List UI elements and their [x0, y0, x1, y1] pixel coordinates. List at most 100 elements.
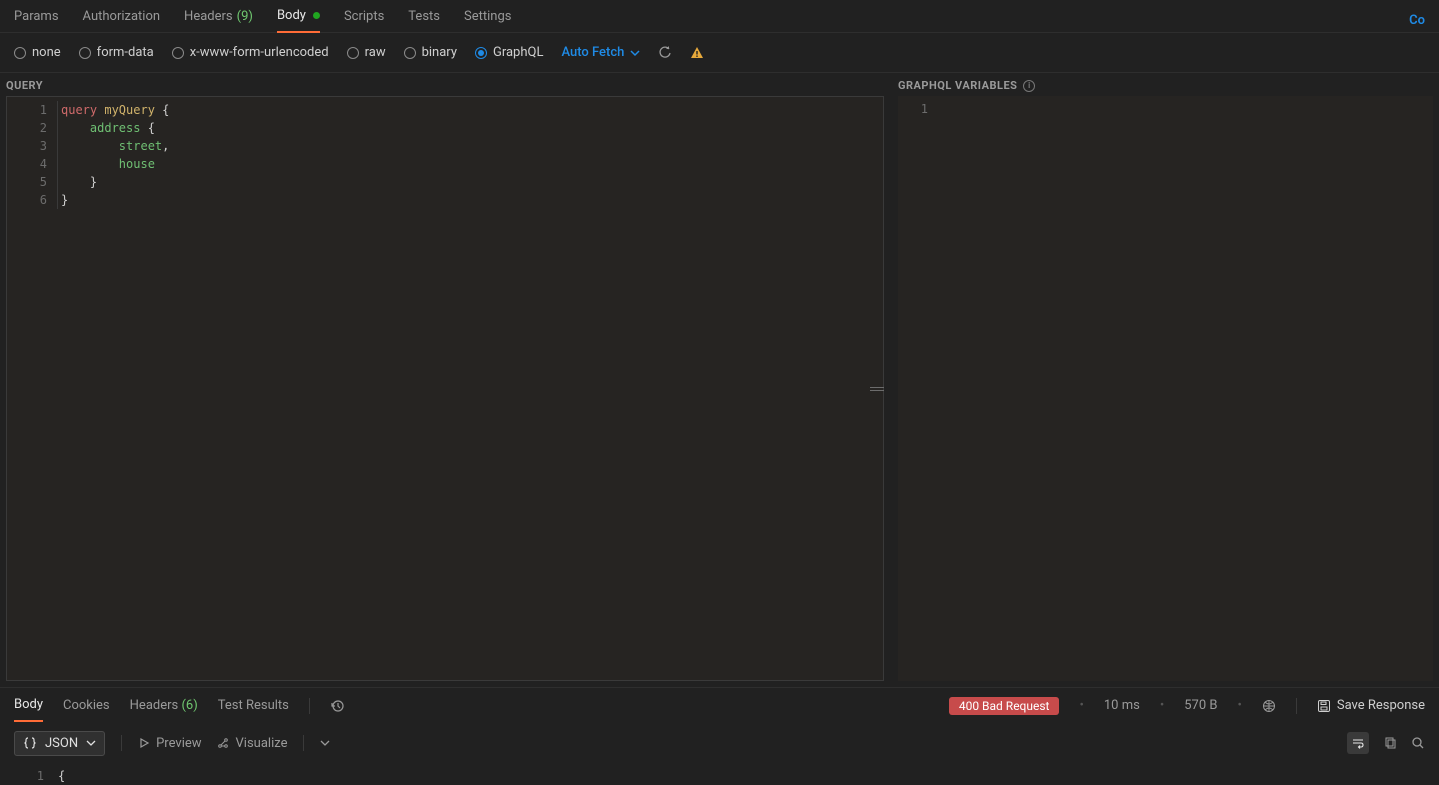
save-response-label: Save Response	[1337, 698, 1425, 713]
response-code[interactable]: {	[54, 763, 1439, 785]
variables-code[interactable]	[938, 96, 1433, 681]
line-number: 1	[898, 100, 928, 118]
visualize-button[interactable]: Visualize	[216, 736, 288, 751]
variables-gutter: 1	[898, 96, 938, 681]
token: {	[162, 103, 169, 117]
variables-header-label: GRAPHQL VARIABLES	[898, 79, 1017, 92]
line-number: 1	[7, 101, 47, 119]
body-type-label: x-www-form-urlencoded	[190, 45, 329, 60]
line-number: 3	[7, 137, 47, 155]
save-response-button[interactable]: Save Response	[1317, 698, 1425, 713]
response-bar: Body Cookies Headers (6) Test Results 40…	[0, 687, 1439, 723]
body-changed-dot-icon	[313, 12, 320, 19]
response-tab-headers-label: Headers	[130, 698, 179, 713]
token: {	[58, 769, 65, 783]
copy-icon[interactable]	[1383, 736, 1397, 750]
tab-authorization[interactable]: Authorization	[83, 9, 161, 32]
tab-params[interactable]: Params	[14, 9, 59, 32]
split-drag-handle[interactable]	[870, 387, 884, 391]
tab-headers-count: (9)	[237, 9, 253, 24]
tab-body-label: Body	[277, 8, 306, 23]
visualize-label: Visualize	[236, 736, 288, 751]
wrap-lines-icon[interactable]	[1347, 732, 1369, 754]
top-right-link[interactable]: Co	[1409, 13, 1425, 28]
braces-icon	[23, 736, 37, 750]
token: }	[61, 193, 68, 207]
tab-body[interactable]: Body	[277, 8, 320, 33]
response-tab-test-results[interactable]: Test Results	[218, 690, 289, 721]
line-number: 2	[7, 119, 47, 137]
auto-fetch-dropdown[interactable]: Auto Fetch	[561, 45, 640, 60]
token: street	[119, 139, 162, 153]
variables-editor[interactable]: 1	[898, 96, 1433, 681]
warning-icon[interactable]	[690, 46, 704, 60]
body-type-label: binary	[422, 45, 457, 60]
query-editor[interactable]: 1 2 3 4 5 6 query myQuery { address { st…	[6, 96, 884, 681]
token: query	[61, 103, 97, 117]
token	[61, 175, 90, 189]
response-tab-body[interactable]: Body	[14, 689, 43, 722]
body-type-form-data[interactable]: form-data	[79, 45, 154, 60]
refresh-schema-icon[interactable]	[658, 46, 672, 60]
request-tabs: Params Authorization Headers (9) Body Sc…	[0, 0, 1439, 33]
body-type-row: none form-data x-www-form-urlencoded raw…	[0, 33, 1439, 73]
chevron-down-icon[interactable]	[320, 738, 330, 748]
play-icon	[138, 737, 150, 749]
separator-dot-icon: •	[1079, 698, 1083, 713]
tab-tests[interactable]: Tests	[408, 9, 440, 32]
radio-icon	[79, 47, 91, 59]
radio-icon	[347, 47, 359, 59]
body-type-graphql[interactable]: GraphQL	[475, 45, 543, 60]
body-type-label: GraphQL	[493, 45, 543, 60]
editor-split: QUERY 1 2 3 4 5 6 query myQuery { addres…	[0, 73, 1439, 687]
response-tab-cookies[interactable]: Cookies	[63, 690, 110, 721]
token: myQuery	[97, 103, 162, 117]
response-time: 10 ms	[1104, 698, 1140, 713]
divider	[309, 698, 310, 714]
query-pane: QUERY 1 2 3 4 5 6 query myQuery { addres…	[6, 79, 884, 681]
response-format-dropdown[interactable]: JSON	[14, 731, 105, 756]
body-type-label: form-data	[97, 45, 154, 60]
token	[61, 139, 119, 153]
line-number: 5	[7, 173, 47, 191]
divider	[121, 735, 122, 751]
globe-icon[interactable]	[1262, 699, 1276, 713]
tab-settings[interactable]: Settings	[464, 9, 511, 32]
auto-fetch-label: Auto Fetch	[561, 45, 624, 60]
query-gutter: 1 2 3 4 5 6	[7, 97, 57, 680]
search-icon[interactable]	[1411, 736, 1425, 750]
response-view-row: JSON Preview Visualize	[0, 723, 1439, 763]
response-editor[interactable]: 1 {	[0, 763, 1439, 785]
body-type-none[interactable]: none	[14, 45, 61, 60]
body-type-x-www-form-urlencoded[interactable]: x-www-form-urlencoded	[172, 45, 329, 60]
body-type-binary[interactable]: binary	[404, 45, 457, 60]
query-code[interactable]: query myQuery { address { street, house …	[57, 97, 883, 680]
response-tab-headers-count: (6)	[181, 698, 197, 713]
token	[61, 157, 119, 171]
line-number: 4	[7, 155, 47, 173]
body-type-label: raw	[365, 45, 386, 60]
token: house	[119, 157, 155, 171]
line-number: 1	[14, 767, 44, 785]
token: ,	[162, 139, 169, 153]
preview-label: Preview	[156, 736, 201, 751]
chevron-down-icon	[86, 738, 96, 748]
body-type-raw[interactable]: raw	[347, 45, 386, 60]
response-tab-headers[interactable]: Headers (6)	[130, 690, 198, 721]
history-icon[interactable]	[330, 699, 344, 713]
info-icon[interactable]: i	[1023, 80, 1035, 92]
body-type-label: none	[32, 45, 61, 60]
tab-scripts[interactable]: Scripts	[344, 9, 384, 32]
radio-icon	[14, 47, 26, 59]
indent-guide	[57, 101, 58, 209]
preview-button[interactable]: Preview	[138, 736, 201, 751]
variables-pane: GRAPHQL VARIABLES i 1	[898, 79, 1433, 681]
query-header: QUERY	[6, 79, 884, 96]
tab-headers[interactable]: Headers (9)	[184, 9, 253, 32]
divider	[303, 735, 304, 751]
save-icon	[1317, 699, 1331, 713]
token	[61, 121, 90, 135]
radio-icon	[475, 47, 487, 59]
status-badge: 400 Bad Request	[949, 697, 1060, 715]
radio-icon	[404, 47, 416, 59]
